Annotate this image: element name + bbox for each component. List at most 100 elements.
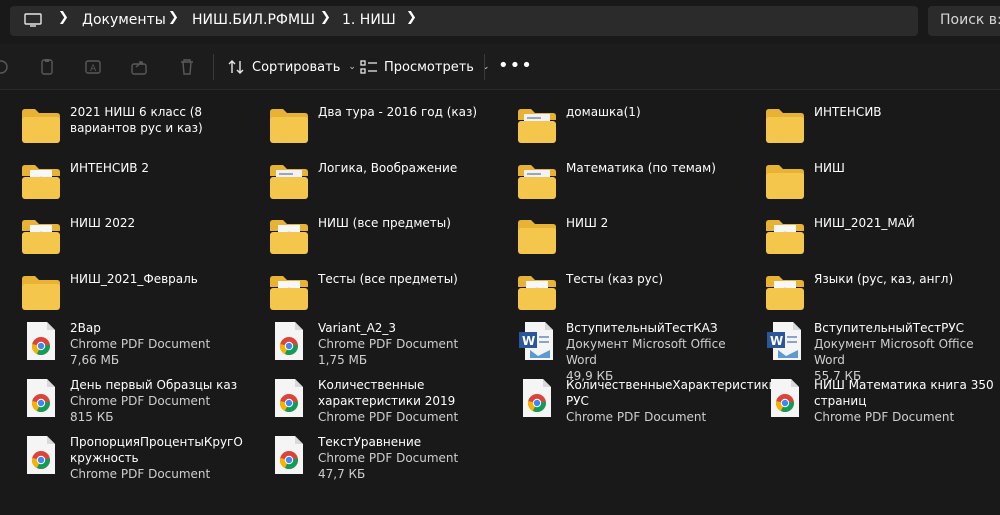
folder-item[interactable]: 2021 НИШ 6 класс (8 вариантов рус и каз) — [0, 104, 245, 156]
folder-item[interactable]: НИШ_2021_Февраль — [0, 271, 245, 323]
folder-item[interactable]: домашка(1) — [496, 104, 741, 156]
pdf-icon — [27, 379, 55, 417]
file-name: ТекстУравнение — [318, 435, 422, 449]
file-type: Документ Microsoft Office Word — [814, 337, 974, 367]
file-size: 47,7 КБ — [318, 467, 366, 481]
file-name: ПропорцияПроцентыКругОкружность — [70, 435, 243, 465]
chevron-right-icon[interactable]: ❯ — [58, 10, 69, 25]
search-input[interactable]: Поиск в: 1 — [928, 6, 1000, 36]
file-size: 1,75 МБ — [318, 353, 368, 367]
folder-name: Тесты (каз рус) — [566, 272, 664, 286]
folder-item[interactable]: Тесты (все предметы) — [248, 271, 493, 323]
search-placeholder: Поиск в: 1 — [940, 12, 1000, 28]
file-type: Chrome PDF Document — [814, 410, 955, 424]
folder-icon — [22, 276, 60, 310]
file-type: Chrome PDF Document — [318, 451, 459, 465]
file-item[interactable]: W ВступительныйТестРУС Документ Microsof… — [744, 320, 989, 383]
toolbar-divider — [484, 54, 485, 80]
breadcrumb-nish-bil-rfmsh[interactable]: НИШ.БИЛ.РФМШ — [192, 12, 315, 28]
view-button[interactable]: Просмотреть ⌄ — [360, 56, 490, 78]
share-icon[interactable] — [130, 58, 148, 76]
sort-button[interactable]: Сортировать ⌄ — [228, 56, 356, 78]
chevron-right-icon[interactable]: ❯ — [168, 10, 179, 25]
folder-item[interactable]: Тесты (каз рус) — [496, 271, 741, 323]
pdf-icon — [27, 322, 55, 360]
file-size: 815 КБ — [70, 410, 114, 424]
folder-icon — [766, 220, 804, 254]
command-bar: A Сортировать ⌄ Просмотреть ⌄ ••• — [0, 44, 1000, 90]
folder-name: Тесты (все предметы) — [318, 272, 458, 286]
folder-item[interactable]: Языки (рус, каз, англ) — [744, 271, 989, 323]
view-label: Просмотреть — [384, 59, 474, 75]
file-name: День первый Образцы каз — [70, 378, 238, 392]
file-name: КоличественныеХарактеристики РУС — [566, 378, 777, 408]
file-item[interactable]: Variant_A2_3 Chrome PDF Document 1,75 МБ — [248, 320, 493, 372]
cut-icon[interactable] — [0, 58, 10, 76]
folder-name: Математика (по темам) — [566, 161, 716, 175]
address-row: ❯ Документы ❯ НИШ.БИЛ.РФМШ ❯ 1. НИШ ❯ По… — [0, 0, 1000, 44]
file-name: Количественные характеристики 2019 — [318, 378, 456, 408]
file-item[interactable]: День первый Образцы каз Chrome PDF Docum… — [0, 377, 245, 429]
file-type: Chrome PDF Document — [70, 467, 211, 481]
folder-item[interactable]: НИШ — [744, 160, 989, 212]
pdf-icon — [275, 436, 303, 474]
pdf-icon — [523, 379, 551, 417]
file-name: ВступительныйТестРУС — [814, 321, 965, 335]
folder-icon — [518, 220, 556, 254]
file-info: Количественные характеристики 2019 Chrom… — [318, 377, 498, 425]
file-item[interactable]: КоличественныеХарактеристики РУС Chrome … — [496, 377, 776, 429]
file-info: ВступительныйТестКАЗ Документ Microsoft … — [566, 320, 746, 384]
computer-icon[interactable] — [24, 13, 42, 27]
rename-icon[interactable]: A — [84, 58, 102, 76]
folder-icon — [270, 276, 308, 310]
svg-text:W: W — [770, 334, 783, 348]
chevron-right-icon[interactable]: ❯ — [320, 10, 331, 25]
folder-item[interactable]: НИШ 2022 — [0, 215, 245, 267]
folder-item[interactable]: ИНТЕНСИВ 2 — [0, 160, 245, 212]
pdf-icon — [275, 322, 303, 360]
file-name: Variant_A2_3 — [318, 321, 397, 335]
file-item[interactable]: ТекстУравнение Chrome PDF Document 47,7 … — [248, 434, 493, 486]
svg-text:A: A — [90, 64, 97, 74]
folder-icon — [518, 165, 556, 199]
file-info: НИШ Математика книга 350 страниц Chrome … — [814, 377, 994, 425]
file-name: ВступительныйТестКАЗ — [566, 321, 718, 335]
file-item[interactable]: ПропорцияПроцентыКругОкружность Chrome P… — [0, 434, 245, 486]
folder-item[interactable]: НИШ (все предметы) — [248, 215, 493, 267]
file-item[interactable]: НИШ Математика книга 350 страниц Chrome … — [744, 377, 994, 429]
file-size: 7,66 МБ — [70, 353, 120, 367]
folder-item[interactable]: НИШ_2021_МАЙ — [744, 215, 989, 267]
copy-icon[interactable] — [38, 58, 56, 76]
file-item[interactable]: W ВступительныйТестКАЗ Документ Microsof… — [496, 320, 741, 383]
file-info: 2Вар Chrome PDF Document 7,66 МБ — [70, 320, 250, 368]
folder-icon — [270, 109, 308, 143]
file-info: ВступительныйТестРУС Документ Microsoft … — [814, 320, 994, 384]
folder-icon — [518, 109, 556, 143]
file-item[interactable]: 2Вар Chrome PDF Document 7,66 МБ — [0, 320, 245, 372]
more-options-button[interactable]: ••• — [498, 55, 533, 76]
file-type: Документ Microsoft Office Word — [566, 337, 726, 367]
folder-name: домашка(1) — [566, 105, 641, 119]
folder-icon — [22, 165, 60, 199]
folder-icon — [766, 109, 804, 143]
file-name: 2Вар — [70, 321, 101, 335]
delete-icon[interactable] — [178, 58, 196, 76]
chevron-right-icon[interactable]: ❯ — [406, 10, 417, 25]
pdf-icon — [771, 379, 799, 417]
breadcrumb-current-folder[interactable]: 1. НИШ — [342, 12, 396, 28]
address-bar[interactable]: ❯ Документы ❯ НИШ.БИЛ.РФМШ ❯ 1. НИШ ❯ — [10, 6, 918, 36]
folder-name: НИШ 2 — [566, 216, 609, 230]
folder-icon — [766, 165, 804, 199]
folder-item[interactable]: НИШ 2 — [496, 215, 741, 267]
breadcrumb-documents[interactable]: Документы — [82, 12, 166, 28]
folder-name: НИШ 2022 — [70, 216, 136, 230]
sort-label: Сортировать — [252, 59, 341, 75]
file-info: Variant_A2_3 Chrome PDF Document 1,75 МБ — [318, 320, 498, 368]
file-item[interactable]: Количественные характеристики 2019 Chrom… — [248, 377, 493, 429]
folder-item[interactable]: ИНТЕНСИВ — [744, 104, 989, 156]
folder-item[interactable]: Математика (по темам) — [496, 160, 741, 212]
folder-icon — [766, 276, 804, 310]
sort-icon — [228, 60, 244, 74]
folder-item[interactable]: Два тура - 2016 год (каз) — [248, 104, 493, 156]
folder-item[interactable]: Логика, Воображение — [248, 160, 493, 212]
